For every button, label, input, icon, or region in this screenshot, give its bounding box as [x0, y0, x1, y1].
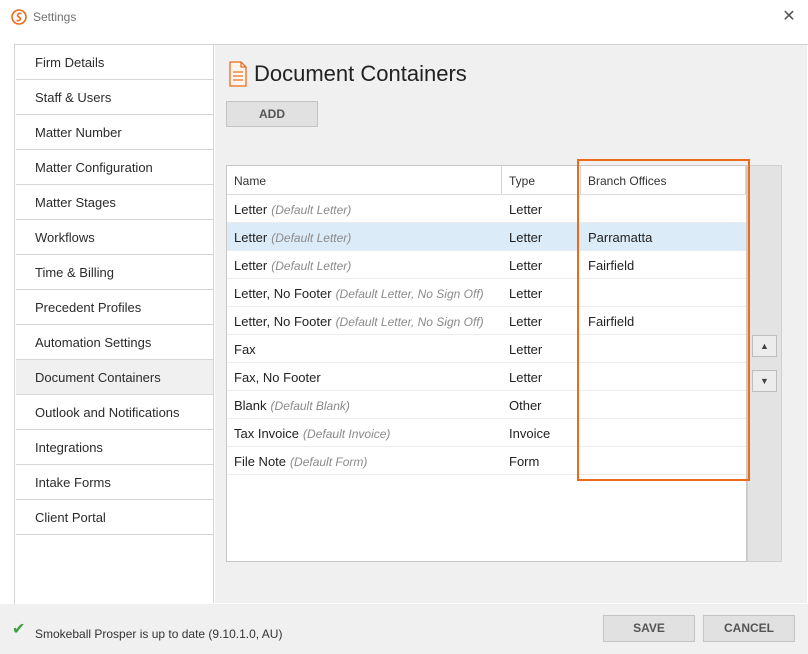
default-template-label: (Default Blank) — [270, 399, 350, 413]
cell-name: Letter (Default Letter) — [234, 223, 351, 251]
cell-name: Letter, No Footer (Default Letter, No Sig… — [234, 307, 484, 335]
table-row[interactable]: Tax Invoice (Default Invoice) Invoice — [227, 419, 746, 447]
default-template-label: (Default Letter, No Sign Off) — [335, 315, 484, 329]
add-button[interactable]: ADD — [226, 101, 318, 127]
checkmark-icon: ✔ — [12, 621, 26, 638]
default-template-label: (Default Invoice) — [303, 427, 391, 441]
cell-name: Letter (Default Letter) — [234, 251, 351, 279]
title-bar: Settings ✕ — [0, 0, 808, 34]
sidebar-item-document-containers[interactable]: Document Containers — [16, 360, 213, 395]
cell-name: Fax — [234, 335, 256, 363]
table-header: Name Type Branch Offices — [227, 166, 746, 195]
container-name: File Note — [234, 454, 287, 469]
table-row[interactable]: Letter, No Footer (Default Letter, No Sig… — [227, 279, 746, 307]
container-name: Blank — [234, 398, 267, 413]
close-button[interactable]: ✕ — [778, 6, 800, 28]
sidebar-item-intake-forms[interactable]: Intake Forms — [16, 465, 213, 500]
container-name: Fax — [234, 342, 256, 357]
container-name: Letter — [234, 230, 268, 245]
sidebar-item-staff-users[interactable]: Staff & Users — [16, 80, 213, 115]
sidebar-item-workflows[interactable]: Workflows — [16, 220, 213, 255]
table-row[interactable]: Letter, No Footer (Default Letter, No Sig… — [227, 307, 746, 335]
cell-branch-office: Fairfield — [588, 258, 635, 273]
cell-type: Letter — [509, 202, 543, 217]
cell-type: Letter — [509, 314, 543, 329]
cell-type: Letter — [509, 370, 543, 385]
reorder-panel — [747, 165, 782, 562]
table-row[interactable]: File Note (Default Form) Form — [227, 447, 746, 475]
move-up-button[interactable]: ▲ — [752, 335, 777, 357]
table-row[interactable]: Letter (Default Letter) Letter Fairfield — [227, 251, 746, 279]
caret-down-icon: ▼ — [760, 376, 769, 386]
column-header-name[interactable]: Name — [227, 166, 501, 194]
sidebar-item-time-billing[interactable]: Time & Billing — [16, 255, 213, 290]
container-name: Letter, No Footer — [234, 314, 332, 329]
sidebar-item-integrations[interactable]: Integrations — [16, 430, 213, 465]
window-title: Settings — [33, 10, 77, 24]
cell-name: Letter (Default Letter) — [234, 195, 351, 223]
cancel-button[interactable]: CANCEL — [703, 615, 795, 642]
cell-branch-office: Parramatta — [588, 230, 653, 245]
cell-name: Tax Invoice (Default Invoice) — [234, 419, 390, 447]
sidebar-item-matter-stages[interactable]: Matter Stages — [16, 185, 213, 220]
sidebar-item-precedent-profiles[interactable]: Precedent Profiles — [16, 290, 213, 325]
cell-type: Letter — [509, 342, 543, 357]
sidebar-item-firm-details[interactable]: Firm Details — [16, 45, 213, 80]
column-header-type[interactable]: Type — [502, 166, 580, 194]
cell-type: Invoice — [509, 426, 551, 441]
container-name: Letter — [234, 202, 268, 217]
container-name: Fax, No Footer — [234, 370, 321, 385]
update-status-text: Smokeball Prosper is up to date (9.10.1.… — [35, 627, 283, 641]
table-row[interactable]: Fax, No Footer Letter — [227, 363, 746, 391]
sidebar-item-matter-configuration[interactable]: Matter Configuration — [16, 150, 213, 185]
cell-branch-office: Fairfield — [588, 314, 635, 329]
cell-type: Letter — [509, 286, 543, 301]
default-template-label: (Default Letter) — [271, 259, 352, 273]
container-name: Tax Invoice — [234, 426, 300, 441]
smokeball-logo-icon — [11, 9, 27, 25]
caret-up-icon: ▲ — [760, 341, 769, 351]
default-template-label: (Default Letter) — [271, 203, 352, 217]
sidebar-item-automation-settings[interactable]: Automation Settings — [16, 325, 213, 360]
table-row[interactable]: Letter (Default Letter) Letter — [227, 195, 746, 223]
column-header-branch-offices[interactable]: Branch Offices — [581, 166, 746, 194]
default-template-label: (Default Letter, No Sign Off) — [335, 287, 484, 301]
sidebar-item-client-portal[interactable]: Client Portal — [16, 500, 213, 535]
default-template-label: (Default Letter) — [271, 231, 352, 245]
cell-name: File Note (Default Form) — [234, 447, 367, 475]
sidebar-item-outlook-and-notifications[interactable]: Outlook and Notifications — [16, 395, 213, 430]
document-containers-table: Name Type Branch Offices Letter (Default … — [226, 165, 747, 562]
cell-name: Letter, No Footer (Default Letter, No Sig… — [234, 279, 484, 307]
document-icon — [229, 61, 247, 87]
settings-sidebar: Firm Details Staff & Users Matter Number Ma… — [16, 45, 214, 603]
cell-name: Blank (Default Blank) — [234, 391, 350, 419]
close-icon: ✕ — [782, 8, 796, 25]
cell-type: Letter — [509, 230, 543, 245]
cell-type: Form — [509, 454, 540, 469]
page-title: Document Containers — [254, 61, 467, 86]
table-row[interactable]: Blank (Default Blank) Other — [227, 391, 746, 419]
default-template-label: (Default Form) — [290, 455, 368, 469]
container-name: Letter, No Footer — [234, 286, 332, 301]
sidebar-item-matter-number[interactable]: Matter Number — [16, 115, 213, 150]
column-divider[interactable] — [745, 166, 746, 194]
container-name: Letter — [234, 258, 268, 273]
save-button[interactable]: SAVE — [603, 615, 695, 642]
move-down-button[interactable]: ▼ — [752, 370, 777, 392]
cell-name: Fax, No Footer — [234, 363, 321, 391]
table-row[interactable]: Letter (Default Letter) Letter Parramatta — [227, 223, 746, 251]
cell-type: Other — [509, 398, 542, 413]
cell-type: Letter — [509, 258, 543, 273]
table-row[interactable]: Fax Letter — [227, 335, 746, 363]
